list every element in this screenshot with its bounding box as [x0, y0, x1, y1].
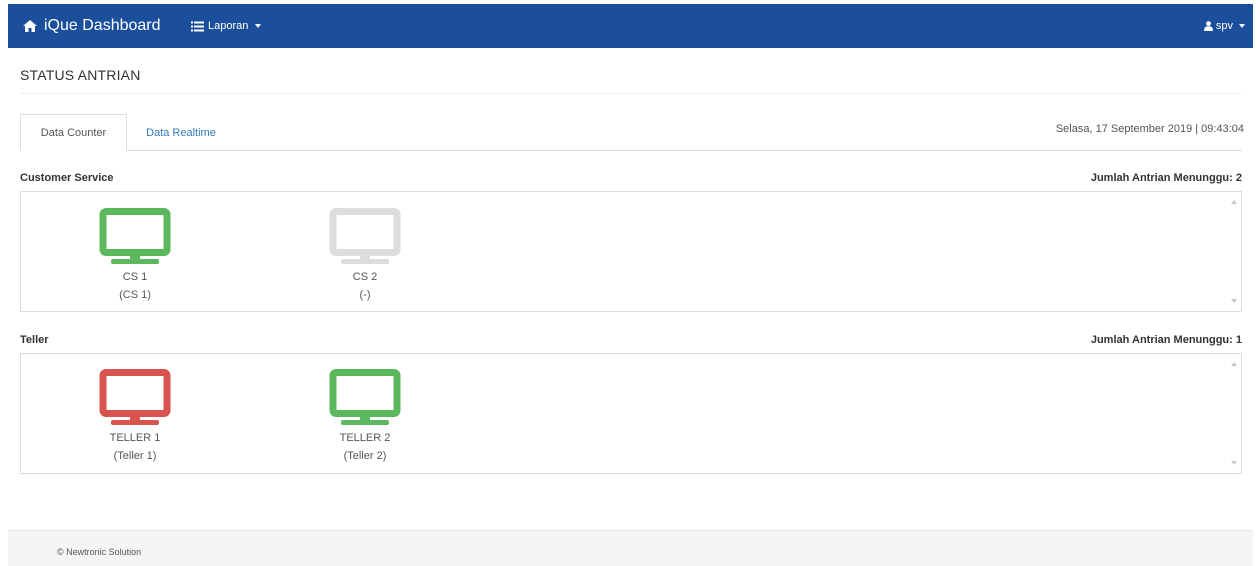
counter-teller-1[interactable]: TELLER 1 (Teller 1) [75, 369, 195, 463]
section-title-teller: Teller [20, 334, 49, 346]
tab-bar: Data Counter Data Realtime Selasa, 17 Se… [20, 114, 1244, 151]
counter-panel-customer-service[interactable]: CS 1 (CS 1) CS 2 (-) [20, 191, 1242, 312]
counter-sub: (Teller 1) [113, 450, 157, 462]
scroll-down-icon[interactable] [1231, 461, 1237, 465]
brand-title: iQue Dashboard [44, 17, 161, 34]
page-title: STATUS ANTRIAN [20, 67, 141, 83]
counter-name: TELLER 1 [109, 432, 161, 444]
user-menu[interactable]: spv [1203, 4, 1245, 48]
footer: © Newtronic Solution [8, 530, 1253, 566]
tab-underline [20, 150, 1242, 151]
tab-data-realtime[interactable]: Data Realtime [128, 114, 234, 151]
divider [20, 93, 1242, 94]
scroll-up-icon[interactable] [1231, 362, 1237, 366]
monitor-icon [99, 208, 171, 264]
panel-scrollbar[interactable] [1227, 354, 1241, 473]
chevron-down-icon [1239, 24, 1245, 28]
tab-data-counter[interactable]: Data Counter [20, 114, 127, 151]
counter-panel-teller[interactable]: TELLER 1 (Teller 1) TELLER 2 (Teller 2) [20, 353, 1242, 474]
counter-sub: (-) [359, 289, 371, 301]
queue-count-customer-service: Jumlah Antrian Menunggu: 2 [1090, 172, 1242, 184]
counter-name: CS 1 [122, 271, 148, 283]
scroll-up-icon[interactable] [1231, 200, 1237, 204]
list-icon [191, 21, 204, 31]
counter-teller-2[interactable]: TELLER 2 (Teller 2) [305, 369, 425, 463]
footer-copyright: © Newtronic Solution [57, 547, 142, 557]
counter-sub: (CS 1) [119, 289, 151, 301]
laporan-menu-label: Laporan [208, 20, 249, 32]
counter-cs-1[interactable]: CS 1 (CS 1) [75, 208, 195, 302]
queue-count-teller: Jumlah Antrian Menunggu: 1 [1090, 334, 1242, 346]
home-icon [23, 20, 37, 32]
monitor-icon [99, 369, 171, 425]
monitor-icon [329, 208, 401, 264]
counter-cs-2[interactable]: CS 2 (-) [305, 208, 425, 302]
counter-name: CS 2 [352, 271, 378, 283]
user-icon [1203, 21, 1213, 31]
current-datetime: Selasa, 17 September 2019 | 09:43:04 [1055, 123, 1244, 135]
scroll-down-icon[interactable] [1231, 299, 1237, 303]
user-menu-label: spv [1215, 20, 1233, 32]
laporan-menu[interactable]: Laporan [191, 4, 262, 48]
counter-name: TELLER 2 [339, 432, 391, 444]
monitor-icon [329, 369, 401, 425]
brand-link[interactable]: iQue Dashboard [22, 4, 161, 48]
counter-sub: (Teller 2) [343, 450, 387, 462]
top-navbar: iQue Dashboard Laporan spv [8, 4, 1253, 48]
panel-scrollbar[interactable] [1227, 192, 1241, 311]
section-title-customer-service: Customer Service [20, 172, 114, 184]
chevron-down-icon [255, 24, 262, 28]
